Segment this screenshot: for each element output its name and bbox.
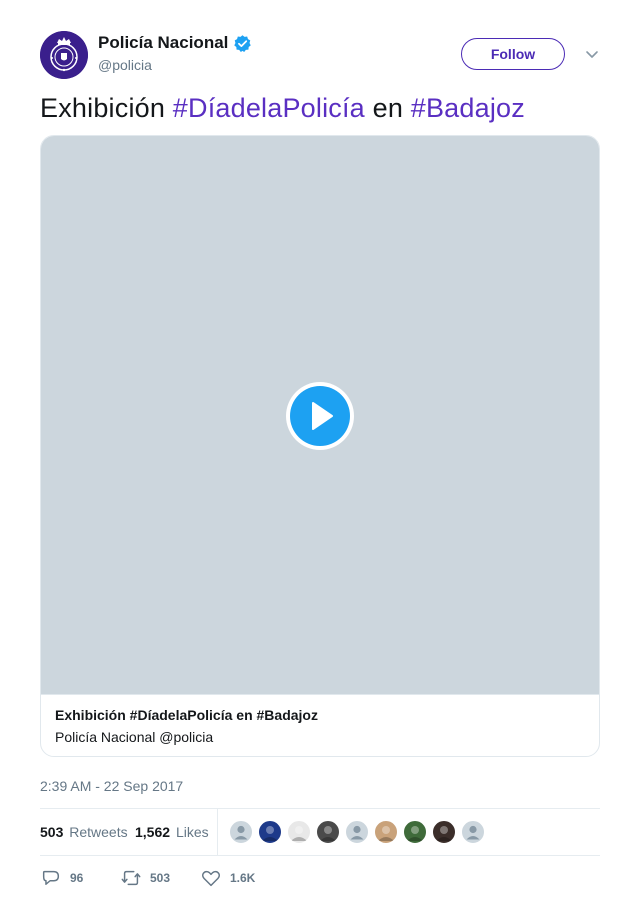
user-avatar[interactable] [374,820,398,844]
likes-stat[interactable]: 1,562 Likes [135,824,209,840]
tweet-header: Policía Nacional @policia Follow [40,31,600,79]
video-player[interactable] [41,136,599,694]
likes-stat-label: Likes [175,824,209,840]
card-footer[interactable]: Exhibición #DíadelaPolicía en #Badajoz P… [41,694,599,756]
hashtag-link[interactable]: #Badajoz [411,93,525,123]
hashtag-link[interactable]: #DíadelaPolicía [173,93,365,123]
play-button-circle [290,386,350,446]
video-card[interactable]: Exhibición #DíadelaPolicía en #Badajoz P… [40,135,600,757]
reply-icon [42,870,60,885]
chevron-down-icon[interactable] [584,48,600,62]
user-avatar[interactable] [258,820,282,844]
retweets-stat[interactable]: 503 Retweets [40,824,128,840]
tweet-actions: 96 503 1.6K [40,866,600,890]
police-badge-icon [40,31,88,79]
default-avatar[interactable] [461,820,485,844]
user-avatar[interactable] [287,820,311,844]
reply-count: 96 [70,871,84,885]
tweet-text-segment: en [364,93,411,123]
author-avatar[interactable] [40,31,88,79]
retweets-stat-count: 503 [40,824,64,840]
default-avatar[interactable] [345,820,369,844]
tweet-text: Exhibición #DíadelaPolicía en #Badajoz [40,90,610,126]
heart-icon [201,870,221,887]
play-icon [312,402,333,430]
retweet-icon [121,870,141,886]
author-names: Policía Nacional @policia [98,33,252,74]
author-display-name[interactable]: Policía Nacional [98,33,228,53]
user-avatar[interactable] [403,820,427,844]
likes-stat-count: 1,562 [135,824,171,840]
card-subtitle: Policía Nacional @policia [55,729,214,745]
play-button[interactable] [286,382,354,450]
user-avatar[interactable] [316,820,340,844]
tweet-text-segment: Exhibición [40,93,173,123]
retweet-count: 503 [150,871,171,885]
like-count: 1.6K [230,871,256,885]
author-handle[interactable]: @policia [98,56,252,74]
card-title: Exhibición #DíadelaPolicía en #Badajoz [55,707,318,723]
stats-divider [217,809,218,855]
user-avatar[interactable] [432,820,456,844]
tweet-stats: 503 Retweets 1,562 Likes [40,808,600,856]
retweets-stat-label: Retweets [69,824,128,840]
follow-button[interactable]: Follow [461,38,565,70]
verified-badge-icon [234,34,252,52]
default-avatar[interactable] [229,820,253,844]
tweet-timestamp[interactable]: 2:39 AM - 22 Sep 2017 [40,778,183,794]
